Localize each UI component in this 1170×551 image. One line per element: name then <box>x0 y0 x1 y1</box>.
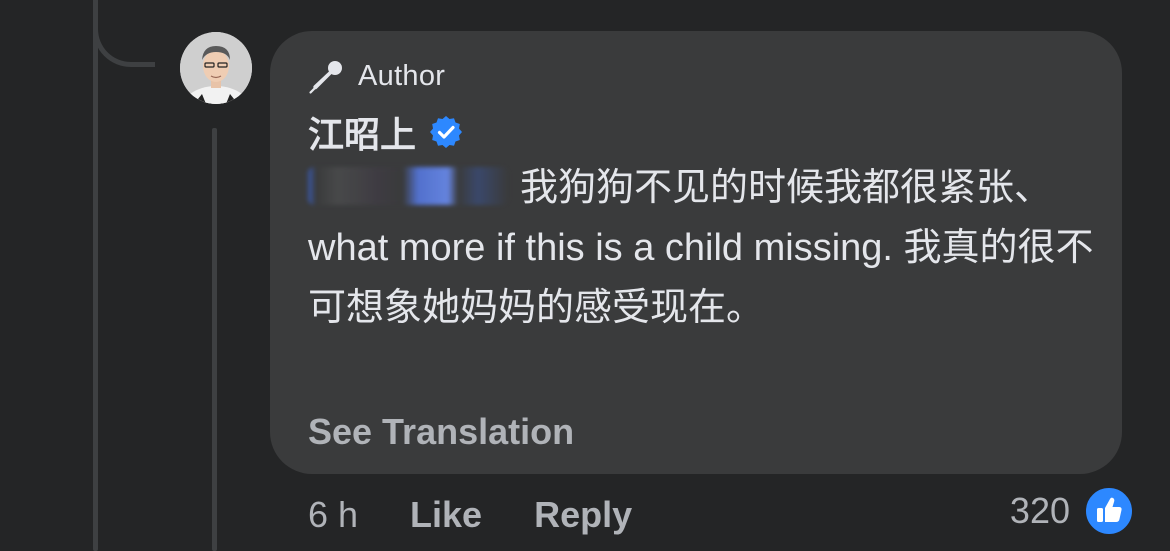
comment-thread: Author 江昭上 我狗狗不见的时候我都很紧张、what more if th… <box>0 0 1170 551</box>
avatar[interactable] <box>180 32 252 104</box>
comment-timestamp[interactable]: 6 h <box>308 494 358 536</box>
redacted-mention[interactable] <box>308 166 508 205</box>
reply-button[interactable]: Reply <box>534 494 632 536</box>
thread-reply-curve <box>93 0 155 67</box>
author-badge-label: Author <box>358 59 446 92</box>
thread-guide-line <box>93 0 98 551</box>
verified-badge-icon <box>430 116 463 148</box>
author-name[interactable]: 江昭上 <box>308 106 416 158</box>
like-button[interactable]: Like <box>410 494 482 536</box>
author-badge: Author <box>308 56 445 96</box>
thread-guide-line-nested <box>212 128 217 551</box>
reaction-count: 320 <box>1009 490 1070 531</box>
avatar-image <box>180 32 252 104</box>
microphone-icon <box>309 61 342 94</box>
like-reaction-icon <box>1084 486 1134 536</box>
author-name-row: 江昭上 <box>308 106 464 158</box>
comment-actions: 6 h Like Reply <box>308 490 632 540</box>
see-translation-link[interactable]: See Translation <box>308 410 574 454</box>
comment-text: 我狗狗不见的时候我都很紧张、what more if this is a chi… <box>308 158 1098 338</box>
reaction-summary[interactable]: 320 <box>1010 484 1134 538</box>
